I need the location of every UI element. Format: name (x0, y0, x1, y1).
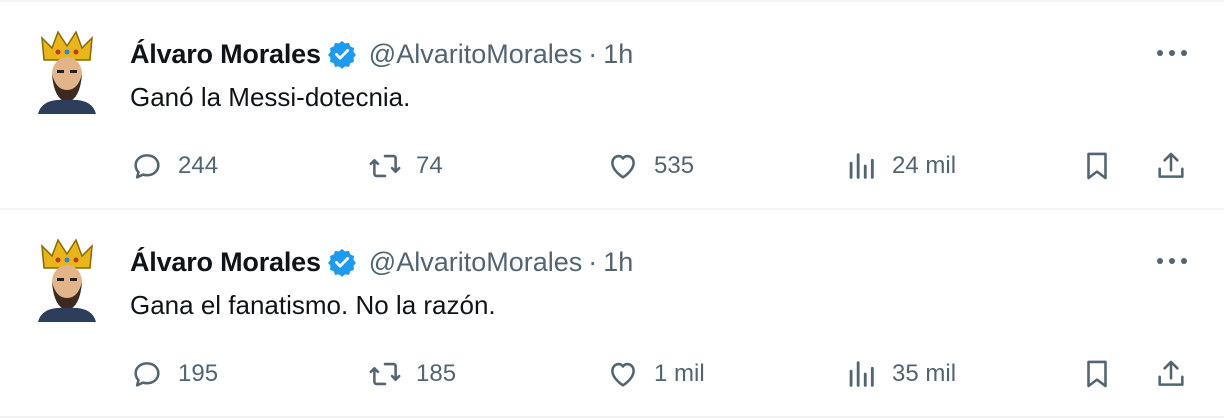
like-icon (611, 362, 635, 387)
author-name[interactable]: Álvaro Morales (130, 247, 321, 278)
bookmark-button[interactable] (1080, 352, 1114, 396)
tweet-text: Ganó la Messi-dotecnia. (130, 82, 411, 112)
bookmark-icon (1087, 152, 1107, 180)
avatar[interactable] (34, 238, 100, 322)
views-icon (849, 361, 874, 387)
like-button[interactable]: 535 (606, 144, 694, 188)
separator-dot: · (588, 38, 598, 69)
separator-dot: · (588, 246, 598, 277)
tweet-header: Álvaro Morales @AlvaritoMorales · 1h (130, 244, 633, 280)
author-name[interactable]: Álvaro Morales (130, 39, 321, 70)
more-icon (1157, 50, 1187, 56)
reply-count: 244 (178, 152, 219, 179)
timestamp[interactable]: 1h (603, 39, 633, 70)
views-icon (849, 153, 874, 179)
reply-count: 195 (178, 360, 219, 387)
more-button[interactable] (1152, 36, 1192, 70)
timeline-feed: Álvaro Morales @AlvaritoMorales · 1h Gan… (0, 0, 1224, 418)
share-button[interactable] (1154, 352, 1188, 396)
retweet-icon (369, 154, 401, 178)
reply-button[interactable]: 244 (130, 144, 218, 188)
like-count: 1 mil (654, 360, 705, 387)
views-button[interactable]: 35 mil (844, 352, 956, 396)
verified-badge-icon (327, 248, 356, 277)
bookmark-icon (1087, 360, 1107, 388)
tweet[interactable]: Álvaro Morales @AlvaritoMorales · 1h Gan… (0, 210, 1224, 416)
tweet[interactable]: Álvaro Morales @AlvaritoMorales · 1h Gan… (0, 2, 1224, 208)
avatar[interactable] (34, 30, 100, 114)
tweet-text: Gana el fanatismo. No la razón. (130, 290, 496, 320)
like-icon (611, 154, 635, 179)
more-icon (1157, 258, 1187, 264)
tweet-actions: 244 74 535 24 mil (0, 144, 1224, 188)
more-button[interactable] (1152, 244, 1192, 278)
retweet-button[interactable]: 74 (368, 144, 443, 188)
author-handle[interactable]: @AlvaritoMorales (369, 247, 582, 278)
retweet-icon (369, 362, 401, 386)
views-button[interactable]: 24 mil (844, 144, 956, 188)
reply-button[interactable]: 195 (130, 352, 218, 396)
tweet-header: Álvaro Morales @AlvaritoMorales · 1h (130, 36, 633, 72)
share-icon (1158, 360, 1184, 386)
timestamp[interactable]: 1h (603, 247, 633, 278)
views-count: 24 mil (892, 152, 957, 179)
share-button[interactable] (1154, 144, 1188, 188)
views-count: 35 mil (892, 360, 957, 387)
reply-icon (134, 154, 160, 179)
bookmark-button[interactable] (1080, 144, 1114, 188)
tweet-actions: 195 185 1 mil 35 mil (0, 352, 1224, 396)
like-button[interactable]: 1 mil (606, 352, 705, 396)
share-icon (1158, 152, 1184, 178)
retweet-button[interactable]: 185 (368, 352, 456, 396)
author-handle[interactable]: @AlvaritoMorales (369, 39, 582, 70)
like-count: 535 (654, 152, 695, 179)
reply-icon (134, 362, 160, 387)
retweet-count: 74 (416, 152, 443, 179)
retweet-count: 185 (416, 360, 457, 387)
verified-badge-icon (327, 40, 356, 69)
